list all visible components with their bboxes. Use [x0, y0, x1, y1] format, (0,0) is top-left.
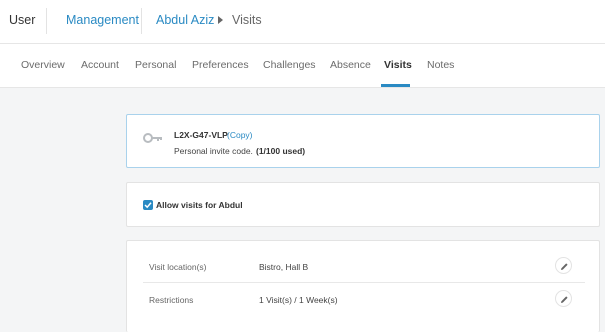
restrictions-label: Restrictions — [149, 295, 194, 305]
key-icon — [143, 131, 163, 143]
pencil-icon — [561, 296, 568, 303]
invite-code-value: L2X-G47-VLP — [174, 130, 228, 140]
visit-location-value: Bistro, Hall B — [259, 262, 309, 272]
breadcrumb-person-link[interactable]: Abdul Aziz — [156, 13, 214, 27]
breadcrumb-user: User — [9, 13, 36, 27]
tab-account[interactable]: Account — [81, 59, 119, 71]
breadcrumb-divider — [46, 8, 47, 34]
pencil-icon — [561, 263, 568, 270]
breadcrumb-current-page: Visits — [232, 13, 262, 27]
tab-absence[interactable]: Absence — [330, 59, 371, 71]
restrictions-row: Restrictions 1 Visit(s) / 1 Week(s) — [143, 283, 585, 316]
visit-location-row: Visit location(s) Bistro, Hall B — [143, 250, 585, 283]
tab-visits[interactable]: Visits — [384, 59, 412, 71]
breadcrumb-management-link[interactable]: Management — [66, 13, 139, 27]
top-header: User Management Abdul Aziz Visits — [0, 0, 605, 44]
restrictions-value: 1 Visit(s) / 1 Week(s) — [259, 295, 338, 305]
edit-restrictions-button[interactable] — [555, 290, 572, 307]
visit-location-label: Visit location(s) — [149, 262, 207, 272]
invite-code-description: Personal invite code. — [174, 146, 253, 156]
allow-visits-label[interactable]: Allow visits for Abdul — [156, 200, 243, 210]
tab-notes[interactable]: Notes — [427, 59, 454, 71]
allow-visits-card: Allow visits for Abdul — [126, 182, 600, 227]
visit-settings-card: Visit location(s) Bistro, Hall B Restric… — [126, 240, 600, 332]
active-tab-indicator — [381, 84, 410, 87]
invite-usage-count: (1/100 used) — [256, 146, 306, 156]
tab-challenges[interactable]: Challenges — [263, 59, 316, 71]
tab-preferences[interactable]: Preferences — [192, 59, 249, 71]
invite-code-card: L2X-G47-VLP (Copy) Personal invite code.… — [126, 114, 600, 168]
tab-overview[interactable]: Overview — [21, 59, 65, 71]
breadcrumb-divider — [141, 8, 142, 34]
caret-right-icon — [218, 16, 223, 24]
edit-visit-location-button[interactable] — [555, 257, 572, 274]
copy-invite-code-link[interactable]: (Copy) — [227, 130, 253, 140]
check-icon — [144, 202, 152, 209]
tab-personal[interactable]: Personal — [135, 59, 176, 71]
tab-bar: Overview Account Personal Preferences Ch… — [0, 44, 605, 88]
allow-visits-checkbox[interactable] — [143, 200, 153, 210]
